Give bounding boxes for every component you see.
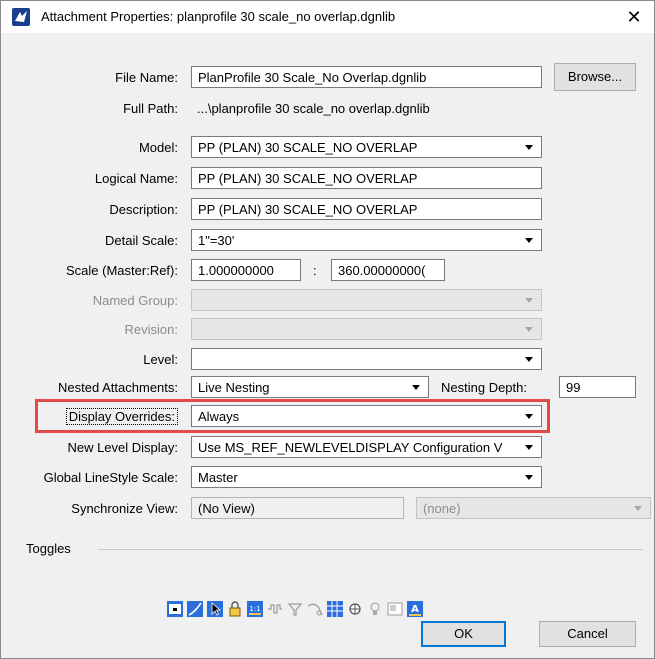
logical-name-field[interactable]: PP (PLAN) 30 SCALE_NO OVERLAP — [191, 167, 542, 189]
description-field[interactable]: PP (PLAN) 30 SCALE_NO OVERLAP — [191, 198, 542, 220]
named-group-label: Named Group: — [92, 293, 178, 308]
line-style-icon[interactable] — [266, 600, 284, 618]
lock-icon[interactable] — [226, 600, 244, 618]
close-icon[interactable]: ✕ — [620, 3, 648, 31]
highlight-box — [35, 399, 550, 433]
ok-button[interactable]: OK — [421, 621, 506, 647]
revision-dropdown[interactable] — [191, 318, 542, 340]
full-path-value: ...\planprofile 30 scale_no overlap.dgnl… — [197, 101, 430, 116]
chevron-down-icon — [525, 475, 533, 480]
sync-view-label: Synchronize View: — [71, 501, 178, 516]
detail-scale-row: Detail Scale: 1"=30' — [1, 229, 654, 253]
detail-scale-label: Detail Scale: — [105, 233, 178, 248]
svg-text:1:1: 1:1 — [249, 605, 260, 613]
new-level-display-row: New Level Display: Use MS_REF_NEWLEVELDI… — [1, 436, 654, 460]
file-name-row: File Name: PlanProfile 30 Scale_No Overl… — [1, 63, 654, 91]
title-bar: Attachment Properties: planprofile 30 sc… — [1, 1, 654, 33]
plot-icon[interactable] — [286, 600, 304, 618]
sync-view-value2: (none) — [423, 501, 461, 516]
nesting-depth-label: Nesting Depth: — [441, 380, 527, 395]
new-level-display-label: New Level Display: — [67, 440, 178, 455]
annotation-scale-icon[interactable]: A — [406, 600, 424, 618]
toggles-label: Toggles — [26, 541, 71, 556]
model-row: Model: PP (PLAN) 30 SCALE_NO OVERLAP — [1, 136, 654, 160]
window-title: Attachment Properties: planprofile 30 sc… — [41, 9, 396, 24]
scale-master-field[interactable]: 1.000000000 — [191, 259, 301, 281]
sync-view-field[interactable]: (No View) — [191, 497, 404, 519]
chevron-down-icon — [525, 145, 533, 150]
logical-name-label: Logical Name: — [94, 171, 178, 186]
scale-label: Scale (Master:Ref): — [66, 263, 178, 278]
light-icon[interactable] — [366, 600, 384, 618]
file-name-field[interactable]: PlanProfile 30 Scale_No Overlap.dgnlib — [191, 66, 542, 88]
level-dropdown[interactable] — [191, 348, 542, 370]
toggles-separator — [98, 549, 643, 550]
level-label: Level: — [143, 352, 178, 367]
model-label: Model: — [138, 140, 178, 155]
global-linestyle-row: Global LineStyle Scale: Master — [1, 466, 654, 490]
svg-text:A: A — [411, 604, 419, 615]
new-level-display-value: Use MS_REF_NEWLEVELDISPLAY Configuration… — [198, 440, 503, 455]
chevron-down-icon — [525, 357, 533, 362]
nesting-depth-field[interactable]: 99 — [559, 376, 636, 398]
snap-icon[interactable] — [186, 600, 204, 618]
chevron-down-icon — [634, 506, 642, 511]
properties-icon[interactable] — [386, 600, 404, 618]
chevron-down-icon — [412, 385, 420, 390]
global-linestyle-dropdown[interactable]: Master — [191, 466, 542, 488]
chevron-down-icon — [525, 327, 533, 332]
treat-as-element-icon[interactable] — [346, 600, 364, 618]
sync-view-dropdown[interactable]: (none) — [416, 497, 651, 519]
raster-icon[interactable] — [326, 600, 344, 618]
detail-scale-value: 1"=30' — [198, 233, 235, 248]
scale-separator: : — [313, 263, 317, 278]
microstation-app-icon — [12, 8, 30, 26]
chevron-down-icon — [525, 298, 533, 303]
attachment-properties-dialog: Attachment Properties: planprofile 30 sc… — [0, 0, 655, 659]
full-path-row: Full Path: ...\planprofile 30 scale_no o… — [1, 97, 654, 121]
level-row: Level: — [1, 348, 654, 372]
model-dropdown[interactable]: PP (PLAN) 30 SCALE_NO OVERLAP — [191, 136, 542, 158]
nested-label: Nested Attachments: — [58, 380, 178, 395]
named-group-dropdown[interactable] — [191, 289, 542, 311]
sync-view-row: Synchronize View: (No View) (none) — [1, 497, 654, 521]
global-linestyle-value: Master — [198, 470, 238, 485]
model-value: PP (PLAN) 30 SCALE_NO OVERLAP — [198, 140, 418, 155]
new-level-display-dropdown[interactable]: Use MS_REF_NEWLEVELDISPLAY Configuration… — [191, 436, 542, 458]
cancel-button[interactable]: Cancel — [539, 621, 636, 647]
description-row: Description: PP (PLAN) 30 SCALE_NO OVERL… — [1, 198, 654, 222]
logical-name-row: Logical Name: PP (PLAN) 30 SCALE_NO OVER… — [1, 167, 654, 191]
nested-value: Live Nesting — [198, 380, 270, 395]
revision-label: Revision: — [124, 322, 178, 337]
chevron-down-icon — [525, 238, 533, 243]
scale-ref-field[interactable]: 360.00000000( — [331, 259, 445, 281]
nested-dropdown[interactable]: Live Nesting — [191, 376, 429, 398]
full-path-label: Full Path: — [123, 101, 178, 116]
display-icon[interactable] — [166, 600, 184, 618]
description-label: Description: — [109, 202, 178, 217]
clip-icon[interactable] — [306, 600, 324, 618]
nested-row: Nested Attachments: Live Nesting Nesting… — [1, 376, 654, 400]
detail-scale-dropdown[interactable]: 1"=30' — [191, 229, 542, 251]
file-name-label: File Name: — [115, 70, 178, 85]
browse-button[interactable]: Browse... — [554, 63, 636, 91]
global-linestyle-label: Global LineStyle Scale: — [43, 470, 178, 485]
scale-row: Scale (Master:Ref): 1.000000000 : 360.00… — [1, 259, 654, 283]
chevron-down-icon — [525, 445, 533, 450]
locate-icon[interactable] — [206, 600, 224, 618]
true-scale-icon[interactable]: 1:1 — [246, 600, 264, 618]
revision-row: Revision: — [1, 318, 654, 342]
named-group-row: Named Group: — [1, 289, 654, 313]
